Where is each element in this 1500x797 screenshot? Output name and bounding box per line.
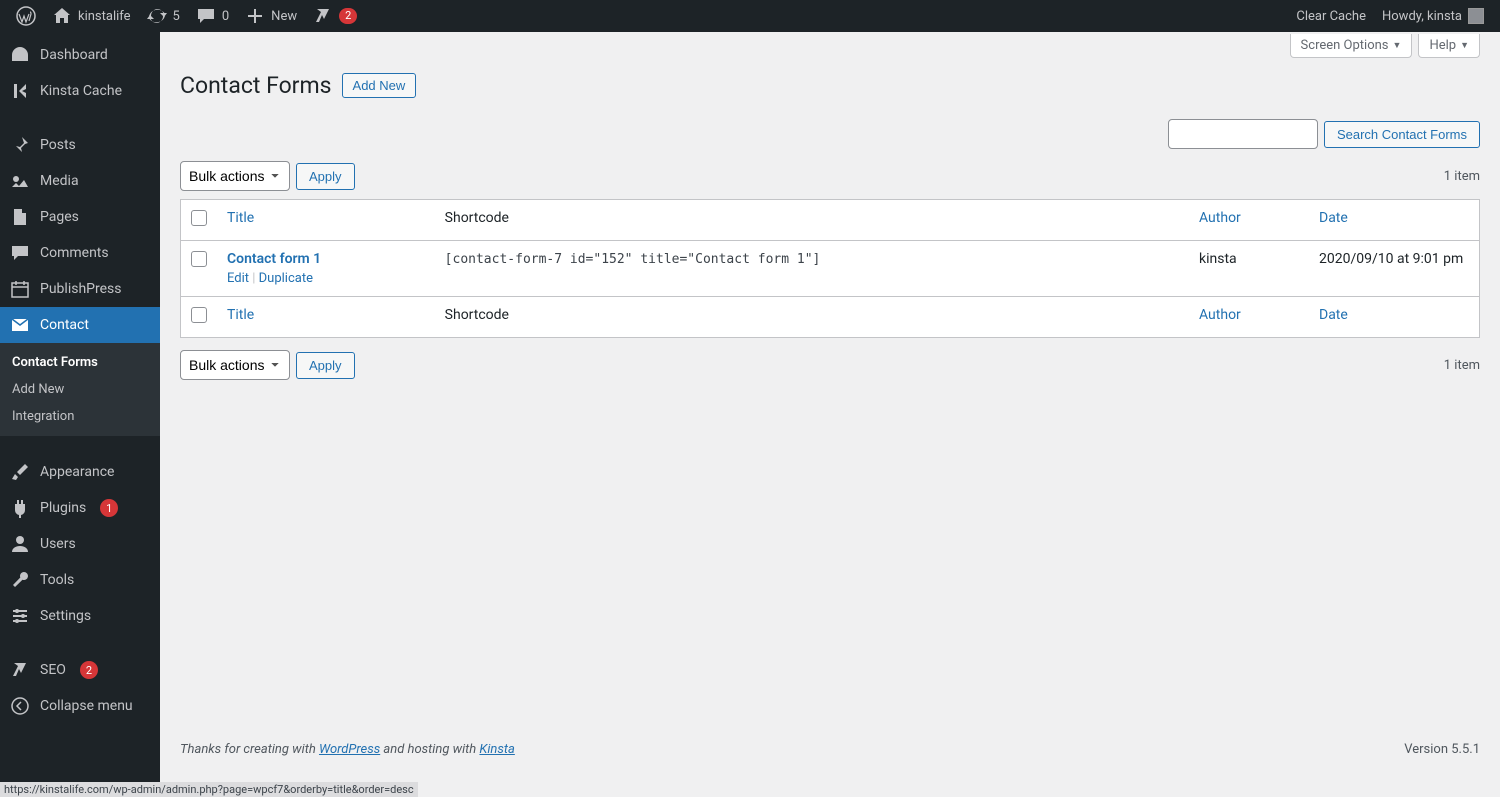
avatar bbox=[1468, 8, 1484, 24]
submenu-contact-forms[interactable]: Contact Forms bbox=[0, 349, 160, 376]
admin-sidebar: Dashboard Kinsta Cache Posts Media Pages… bbox=[0, 32, 160, 797]
user-icon bbox=[10, 534, 30, 554]
sliders-icon bbox=[10, 606, 30, 626]
add-new-button[interactable]: Add New bbox=[342, 73, 417, 98]
yoast[interactable]: 2 bbox=[305, 0, 365, 32]
calendar-icon bbox=[10, 279, 30, 299]
media-icon bbox=[10, 171, 30, 191]
sidebar-item-contact[interactable]: Contact bbox=[0, 307, 160, 343]
seo-badge: 2 bbox=[80, 661, 98, 679]
shortcode-text: [contact-form-7 id="152" title="Contact … bbox=[445, 252, 821, 267]
sidebar-item-plugins[interactable]: Plugins 1 bbox=[0, 490, 160, 526]
wrench-icon bbox=[10, 570, 30, 590]
col-shortcode-foot: Shortcode bbox=[435, 296, 1189, 337]
screen-options-button[interactable]: Screen Options▼ bbox=[1290, 34, 1413, 58]
wp-logo[interactable] bbox=[8, 0, 44, 32]
item-count-bottom: 1 item bbox=[1444, 358, 1480, 373]
my-account[interactable]: Howdy, kinsta bbox=[1374, 0, 1492, 32]
status-bar-url: https://kinstalife.com/wp-admin/admin.ph… bbox=[0, 782, 418, 797]
site-name-text: kinstalife bbox=[78, 9, 131, 24]
col-shortcode: Shortcode bbox=[435, 200, 1189, 241]
row-author: kinsta bbox=[1189, 241, 1309, 296]
submenu-add-new[interactable]: Add New bbox=[0, 376, 160, 403]
plus-icon bbox=[245, 6, 265, 26]
footer: Thanks for creating with WordPress and h… bbox=[180, 722, 1480, 757]
seo-icon bbox=[10, 660, 30, 680]
kinsta-icon bbox=[10, 81, 30, 101]
clear-cache[interactable]: Clear Cache bbox=[1288, 0, 1374, 32]
col-title-foot[interactable]: Title bbox=[217, 296, 435, 337]
row-title-link[interactable]: Contact form 1 bbox=[227, 251, 321, 267]
help-button[interactable]: Help▼ bbox=[1418, 34, 1480, 58]
forms-table: Title Shortcode Author Date Contact form… bbox=[180, 199, 1480, 338]
sidebar-item-pages[interactable]: Pages bbox=[0, 199, 160, 235]
sidebar-item-tools[interactable]: Tools bbox=[0, 562, 160, 598]
updates-count: 5 bbox=[173, 9, 180, 24]
col-date[interactable]: Date bbox=[1309, 200, 1479, 241]
comments-icon bbox=[10, 243, 30, 263]
page-icon bbox=[10, 207, 30, 227]
sidebar-item-posts[interactable]: Posts bbox=[0, 127, 160, 163]
sidebar-item-kinsta-cache[interactable]: Kinsta Cache bbox=[0, 73, 160, 109]
new-content[interactable]: New bbox=[237, 0, 305, 32]
comment-icon bbox=[196, 6, 216, 26]
duplicate-link[interactable]: Duplicate bbox=[259, 271, 313, 286]
sidebar-item-seo[interactable]: SEO 2 bbox=[0, 652, 160, 688]
mail-icon bbox=[10, 315, 30, 335]
sidebar-item-media[interactable]: Media bbox=[0, 163, 160, 199]
howdy-text: Howdy, kinsta bbox=[1382, 9, 1462, 24]
wordpress-link[interactable]: WordPress bbox=[319, 742, 380, 757]
sidebar-item-publishpress[interactable]: PublishPress bbox=[0, 271, 160, 307]
update-icon bbox=[147, 6, 167, 26]
page-title: Contact Forms bbox=[180, 72, 332, 99]
plugins-badge: 1 bbox=[100, 499, 118, 517]
admin-bar: kinstalife 5 0 New 2 Clear Cache Howdy, … bbox=[0, 0, 1500, 32]
search-input[interactable] bbox=[1168, 119, 1318, 149]
collapse-icon bbox=[10, 696, 30, 716]
chevron-down-icon: ▼ bbox=[1460, 40, 1469, 51]
item-count-top: 1 item bbox=[1444, 169, 1480, 184]
version-text: Version 5.5.1 bbox=[1404, 742, 1480, 757]
plugin-icon bbox=[10, 498, 30, 518]
edit-link[interactable]: Edit bbox=[227, 271, 249, 286]
comments-bubble[interactable]: 0 bbox=[188, 0, 237, 32]
sidebar-item-dashboard[interactable]: Dashboard bbox=[0, 37, 160, 73]
pin-icon bbox=[10, 135, 30, 155]
select-all-top[interactable] bbox=[191, 210, 207, 226]
col-author[interactable]: Author bbox=[1189, 200, 1309, 241]
table-row: Contact form 1 Edit | Duplicate [contact… bbox=[181, 241, 1479, 296]
site-name[interactable]: kinstalife bbox=[44, 0, 139, 32]
row-date: 2020/09/10 at 9:01 pm bbox=[1309, 241, 1479, 296]
dashboard-icon bbox=[10, 45, 30, 65]
sidebar-item-settings[interactable]: Settings bbox=[0, 598, 160, 634]
search-button[interactable]: Search Contact Forms bbox=[1324, 121, 1480, 148]
row-checkbox[interactable] bbox=[191, 251, 207, 267]
bulk-actions-select-bottom[interactable]: Bulk actions bbox=[180, 350, 290, 380]
new-label: New bbox=[271, 9, 297, 24]
wordpress-icon bbox=[16, 6, 36, 26]
apply-button-top[interactable]: Apply bbox=[296, 163, 355, 190]
kinsta-link[interactable]: Kinsta bbox=[479, 742, 514, 757]
chevron-down-icon: ▼ bbox=[1393, 40, 1402, 51]
contact-submenu: Contact Forms Add New Integration bbox=[0, 343, 160, 436]
collapse-menu[interactable]: Collapse menu bbox=[0, 688, 160, 724]
yoast-icon bbox=[313, 6, 333, 26]
bulk-actions-select-top[interactable]: Bulk actions bbox=[180, 161, 290, 191]
col-title[interactable]: Title bbox=[217, 200, 435, 241]
yoast-badge: 2 bbox=[339, 8, 357, 24]
submenu-integration[interactable]: Integration bbox=[0, 403, 160, 430]
home-icon bbox=[52, 6, 72, 26]
col-date-foot[interactable]: Date bbox=[1309, 296, 1479, 337]
comments-count: 0 bbox=[222, 9, 229, 24]
apply-button-bottom[interactable]: Apply bbox=[296, 352, 355, 379]
col-author-foot[interactable]: Author bbox=[1189, 296, 1309, 337]
sidebar-item-comments[interactable]: Comments bbox=[0, 235, 160, 271]
sidebar-item-users[interactable]: Users bbox=[0, 526, 160, 562]
select-all-bottom[interactable] bbox=[191, 307, 207, 323]
updates[interactable]: 5 bbox=[139, 0, 188, 32]
main-content: Screen Options▼ Help▼ Contact Forms Add … bbox=[160, 32, 1500, 797]
sidebar-item-appearance[interactable]: Appearance bbox=[0, 454, 160, 490]
brush-icon bbox=[10, 462, 30, 482]
